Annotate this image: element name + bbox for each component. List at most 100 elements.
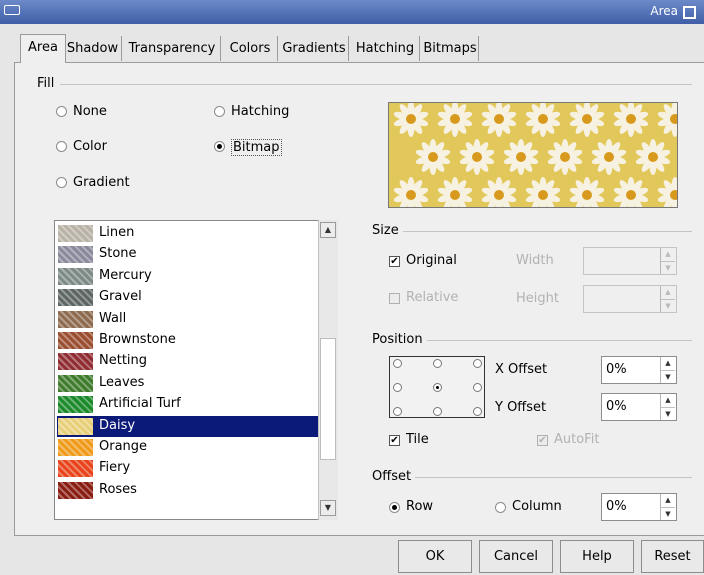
original-label: Original [406, 253, 457, 268]
position-point-center[interactable] [433, 383, 442, 392]
list-item[interactable]: Mercury [57, 266, 321, 287]
width-field[interactable]: ▲ ▼ [583, 247, 677, 275]
scrollbar-thumb[interactable] [320, 338, 336, 460]
y-offset-label: Y Offset [495, 400, 547, 415]
x-offset-spinner[interactable]: ▲ ▼ [660, 357, 675, 383]
list-item[interactable]: Netting [57, 351, 321, 372]
spin-up-icon[interactable]: ▲ [661, 394, 675, 407]
bitmap-swatch [58, 353, 93, 371]
fill-hatching-radio[interactable] [214, 106, 225, 117]
list-item[interactable]: Leaves [57, 373, 321, 394]
tab-shadow[interactable]: Shadow [64, 36, 122, 61]
spin-up-icon[interactable]: ▲ [661, 286, 675, 299]
tab-colors[interactable]: Colors [223, 36, 278, 61]
bitmap-name: Orange [99, 439, 148, 454]
offset-column-radio[interactable] [495, 502, 506, 513]
list-item[interactable]: Artificial Turf [57, 394, 321, 415]
x-offset-field[interactable]: 0% ▲ ▼ [601, 356, 677, 384]
spin-up-icon[interactable]: ▲ [661, 494, 675, 507]
list-item[interactable]: Linen [57, 223, 321, 244]
y-offset-spinner[interactable]: ▲ ▼ [660, 394, 675, 420]
bitmap-list[interactable]: Linen Stone Mercury Gravel Wall Brownstone Net… [54, 220, 338, 520]
spin-down-icon[interactable]: ▼ [661, 261, 675, 275]
fill-bitmap-label: Bitmap [231, 139, 282, 156]
spin-down-icon[interactable]: ▼ [661, 370, 675, 384]
position-reference-grid[interactable] [389, 356, 485, 418]
tab-gradients[interactable]: Gradients [280, 36, 349, 61]
position-group-label: Position [372, 332, 427, 347]
bitmap-name: Artificial Turf [99, 396, 181, 412]
list-item[interactable]: Wall [57, 309, 321, 330]
reset-button[interactable]: Reset [641, 540, 704, 573]
fill-color-label: Color [73, 139, 107, 154]
scroll-up-icon[interactable]: ▲ [320, 222, 336, 238]
offset-group-line [415, 477, 692, 478]
fill-gradient-radio[interactable] [56, 177, 67, 188]
bitmap-swatch [58, 439, 93, 456]
offset-field[interactable]: 0% ▲ ▼ [601, 493, 677, 521]
width-spinner[interactable]: ▲ ▼ [660, 248, 675, 274]
autofit-checkbox[interactable]: ✔ [537, 435, 548, 446]
offset-row-radio[interactable] [389, 502, 400, 513]
fill-group-label: Fill [37, 76, 59, 91]
bitmap-name: Fiery [99, 460, 131, 476]
height-field[interactable]: ▲ ▼ [583, 285, 677, 313]
spin-down-icon[interactable]: ▼ [661, 407, 675, 421]
relative-checkbox[interactable] [389, 293, 400, 304]
offset-spinner[interactable]: ▲ ▼ [660, 494, 675, 520]
position-point-bottom-left[interactable] [393, 407, 402, 416]
list-item[interactable]: Orange [57, 437, 321, 458]
fill-hatching-label: Hatching [231, 104, 290, 119]
spin-down-icon[interactable]: ▼ [661, 507, 675, 521]
relative-label: Relative [406, 290, 459, 305]
bitmap-preview [388, 102, 678, 208]
fill-color-radio[interactable] [56, 141, 67, 152]
fill-none-radio[interactable] [56, 106, 67, 117]
size-group-label: Size [372, 223, 403, 238]
cancel-button[interactable]: Cancel [479, 540, 553, 573]
bitmap-swatch [58, 396, 93, 414]
bitmap-name: Daisy [99, 417, 136, 433]
position-point-left[interactable] [393, 383, 402, 392]
bitmap-swatch [58, 267, 93, 285]
fill-bitmap-radio[interactable] [214, 141, 225, 152]
dialog-button-bar: OK Cancel Help Reset [14, 535, 704, 575]
position-point-bottom[interactable] [433, 407, 442, 416]
tab-hatching[interactable]: Hatching [351, 36, 420, 61]
tab-transparency[interactable]: Transparency [124, 36, 221, 61]
help-button[interactable]: Help [560, 540, 634, 573]
position-point-top-left[interactable] [393, 359, 402, 368]
tab-area[interactable]: Area [20, 34, 66, 63]
position-point-right[interactable] [473, 383, 482, 392]
list-item[interactable]: Brownstone [57, 330, 321, 351]
bitmap-name: Gravel [99, 289, 142, 305]
ok-button[interactable]: OK [398, 540, 472, 573]
spin-up-icon[interactable]: ▲ [661, 248, 675, 261]
bitmap-list-scrollbar[interactable]: ▲ ▼ [318, 220, 338, 520]
position-point-top[interactable] [433, 359, 442, 368]
list-item[interactable]: Stone [57, 244, 321, 265]
height-spinner[interactable]: ▲ ▼ [660, 286, 675, 312]
list-item[interactable]: Roses [57, 480, 321, 501]
spin-up-icon[interactable]: ▲ [661, 357, 675, 370]
list-item[interactable]: Daisy [57, 415, 321, 437]
scroll-down-icon[interactable]: ▼ [320, 500, 336, 516]
daisy-flower [613, 177, 649, 207]
spin-down-icon[interactable]: ▼ [661, 299, 675, 313]
tab-bitmaps[interactable]: Bitmaps [422, 36, 479, 61]
window-menu-icon[interactable] [4, 5, 20, 15]
bitmap-name: Linen [99, 225, 135, 240]
bitmap-swatch [58, 417, 93, 435]
daisy-flower [393, 103, 429, 137]
maximize-button[interactable] [683, 6, 696, 19]
tile-checkbox[interactable]: ✔ [389, 435, 400, 446]
position-point-bottom-right[interactable] [473, 407, 482, 416]
offset-group-label: Offset [372, 469, 416, 484]
bitmap-swatch [58, 225, 93, 242]
list-item[interactable]: Gravel [57, 287, 321, 308]
y-offset-field[interactable]: 0% ▲ ▼ [601, 393, 677, 421]
list-item[interactable]: Fiery [57, 458, 321, 479]
title-bar: Area [0, 0, 704, 24]
position-point-top-right[interactable] [473, 359, 482, 368]
original-checkbox[interactable]: ✔ [389, 256, 400, 267]
